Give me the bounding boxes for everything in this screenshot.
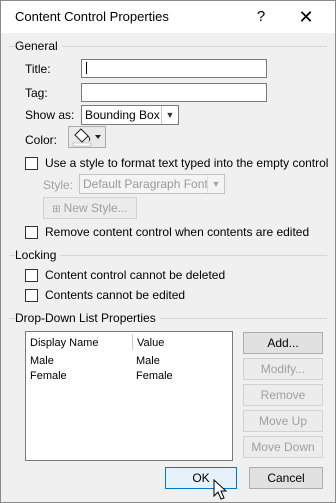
list-item-display[interactable]: Male <box>30 355 54 367</box>
dialog-title: Content Control Properties <box>15 9 169 24</box>
move-up-button[interactable]: Move Up <box>243 410 323 432</box>
paint-bucket-icon <box>72 128 101 147</box>
general-heading: General <box>15 39 62 53</box>
use-style-checkbox[interactable] <box>25 157 38 170</box>
list-item-value[interactable]: Male <box>136 355 160 367</box>
chevron-down-icon: ▼ <box>207 175 224 193</box>
list-item-display[interactable]: Female <box>30 370 67 382</box>
title-bar: Content Control Properties ? ✕ <box>1 1 335 33</box>
style-value: Default Paragraph Font <box>83 177 208 191</box>
new-style-button[interactable]: ⊞ New Style... <box>43 197 137 219</box>
show-as-value: Bounding Box <box>85 108 160 122</box>
cannot-delete-checkbox[interactable] <box>25 269 38 282</box>
style-select[interactable]: Default Paragraph Font ▼ <box>79 174 225 194</box>
new-style-label: New Style... <box>63 201 128 215</box>
chevron-down-icon: ▼ <box>161 106 178 124</box>
list-item-value[interactable]: Female <box>136 370 173 382</box>
color-label: Color: <box>25 133 58 147</box>
text-caret <box>86 62 87 74</box>
help-button[interactable]: ? <box>247 5 275 29</box>
show-as-label: Show as: <box>25 108 75 122</box>
use-style-label: Use a style to format text typed into th… <box>45 156 329 170</box>
tag-input[interactable] <box>81 83 267 102</box>
add-button[interactable]: Add... <box>243 332 323 354</box>
show-as-select[interactable]: Bounding Box ▼ <box>81 105 179 125</box>
column-header-display-name[interactable]: Display Name <box>30 337 98 349</box>
remove-on-edit-checkbox[interactable] <box>25 226 38 239</box>
content-control-properties-dialog: Content Control Properties ? ✕ General T… <box>0 0 336 503</box>
title-input[interactable] <box>81 59 267 78</box>
remove-on-edit-label: Remove content control when contents are… <box>45 225 310 239</box>
color-picker-button[interactable] <box>68 126 106 148</box>
close-button[interactable]: ✕ <box>291 5 321 29</box>
column-header-value[interactable]: Value <box>137 337 164 349</box>
cannot-edit-label: Contents cannot be edited <box>45 288 186 302</box>
mouse-cursor-icon <box>213 479 228 500</box>
column-separator <box>132 334 133 350</box>
cannot-edit-checkbox[interactable] <box>25 289 38 302</box>
title-label: Title: <box>25 62 51 76</box>
move-down-button[interactable]: Move Down <box>243 436 323 458</box>
tag-label: Tag: <box>25 86 48 100</box>
modify-button[interactable]: Modify... <box>243 358 323 380</box>
style-label: Style: <box>43 178 74 192</box>
new-style-icon: ⊞ <box>52 204 61 215</box>
cannot-delete-label: Content control cannot be deleted <box>45 268 226 282</box>
cancel-button[interactable]: Cancel <box>249 467 323 489</box>
remove-button[interactable]: Remove <box>243 384 323 406</box>
dropdown-heading: Drop-Down List Properties <box>15 311 160 325</box>
locking-heading: Locking <box>15 248 61 262</box>
dropdown-list[interactable]: Display Name Value Male Male Female Fema… <box>25 331 233 461</box>
